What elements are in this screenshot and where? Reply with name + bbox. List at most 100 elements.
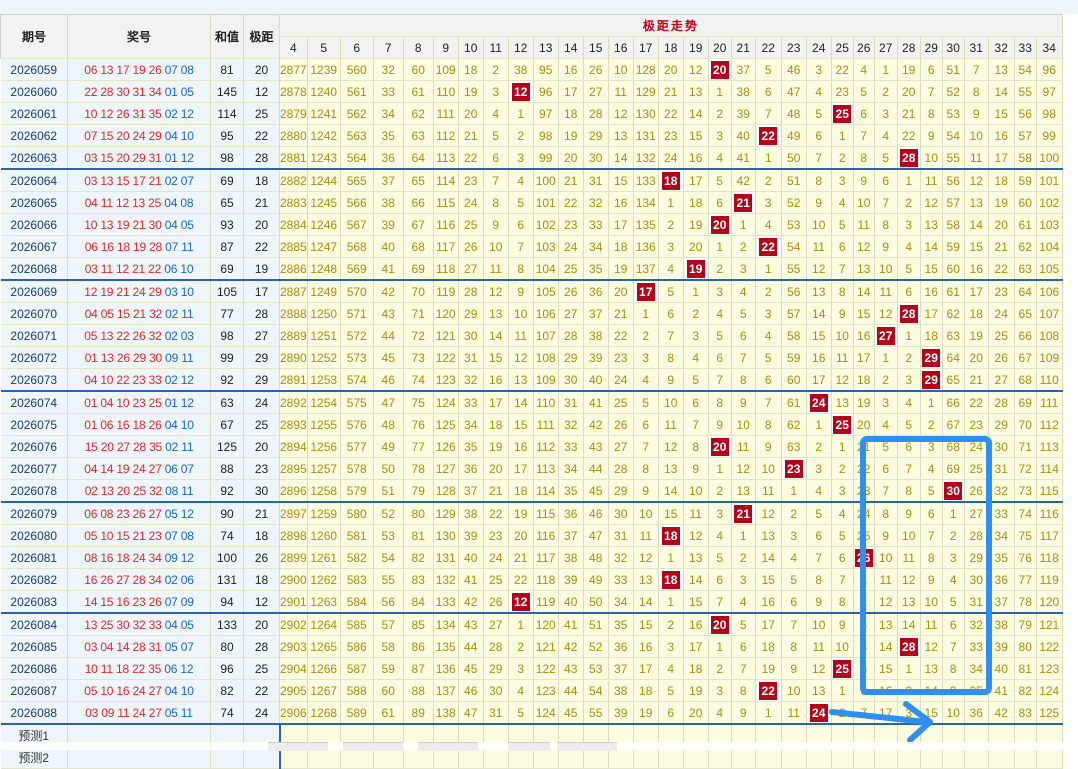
omission-cell: 582 bbox=[340, 546, 374, 569]
front-ball: 30 bbox=[148, 217, 162, 232]
omission-cell: 12 bbox=[608, 102, 634, 125]
omission-cell: 8 bbox=[658, 346, 684, 369]
table-row[interactable]: 2026087 05 10 16 24 27 04 10 82 22 2905 1267 5… bbox=[0, 679, 1063, 702]
front-ball: 28 bbox=[132, 639, 146, 654]
omission-cell: 117 bbox=[533, 546, 559, 569]
omission-cell: 2902 bbox=[279, 613, 308, 636]
table-row[interactable]: 2026065 04 11 12 13 25 04 08 65 21 2883 1245 5… bbox=[0, 191, 1063, 214]
omission-cell: 11 bbox=[920, 169, 943, 192]
span-value: 28 bbox=[243, 146, 280, 170]
omission-cell: 13 bbox=[853, 257, 875, 281]
span-value: 21 bbox=[243, 191, 280, 214]
omission-cell: 40 bbox=[458, 546, 484, 569]
table-row[interactable]: 2026060 22 28 30 31 34 01 05 145 12 2878 1240… bbox=[0, 80, 1063, 103]
table-row[interactable]: 2026071 05 13 22 26 32 02 03 98 27 2889 1251 5… bbox=[0, 324, 1063, 347]
table-row[interactable]: 2026067 06 16 18 19 28 07 11 87 22 2885 1247 5… bbox=[0, 235, 1063, 258]
table-row[interactable]: 2026077 04 14 19 24 27 06 07 88 23 2895 1257 5… bbox=[0, 457, 1063, 480]
table-row[interactable]: 2026062 07 15 20 24 29 04 10 95 22 2880 1242 5… bbox=[0, 124, 1063, 147]
omission-cell: 17 bbox=[964, 280, 989, 303]
issue-header[interactable]: 期号 bbox=[0, 14, 68, 59]
omission-cell: 1 bbox=[731, 213, 756, 236]
issue-number: 2026070 bbox=[0, 302, 68, 325]
omission-cell: 2 bbox=[806, 435, 832, 458]
table-row[interactable]: 2026068 03 11 12 21 22 06 10 69 19 2886 1248 5… bbox=[0, 257, 1063, 281]
back-ball: 01 bbox=[164, 150, 178, 165]
span-value: 27 bbox=[243, 324, 280, 347]
table-row[interactable]: 2026083 14 15 16 23 26 07 09 94 12 2901 1263 5… bbox=[0, 590, 1063, 614]
front-ball: 21 bbox=[132, 528, 146, 543]
front-ball: 14 bbox=[84, 594, 98, 609]
omission-cell: 4 bbox=[708, 146, 732, 170]
issue-number: 2026082 bbox=[0, 568, 68, 591]
table-row[interactable]: 2026082 16 26 27 28 34 02 06 131 18 2900 1262… bbox=[0, 568, 1063, 591]
omission-cell: 41 bbox=[583, 391, 609, 414]
omission-cell: 60 bbox=[1014, 191, 1037, 214]
omission-cell: 47 bbox=[781, 80, 807, 103]
table-row[interactable]: 2026079 06 08 23 26 27 05 12 90 21 2897 1259 5… bbox=[0, 502, 1063, 525]
front-ball: 18 bbox=[116, 239, 130, 254]
table-row[interactable]: 2026078 02 13 20 25 32 08 11 92 30 2896 1258 5… bbox=[0, 479, 1063, 503]
omission-cell: 7 bbox=[942, 635, 965, 658]
omission-cell: 583 bbox=[340, 568, 374, 591]
omission-cell: 14 bbox=[683, 102, 709, 125]
span-value: 17 bbox=[243, 280, 280, 303]
table-row[interactable]: 2026075 01 06 16 18 26 04 10 67 25 2893 1255 5… bbox=[0, 413, 1063, 436]
front-ball: 35 bbox=[149, 439, 163, 454]
omission-cell: 7 bbox=[897, 457, 921, 480]
table-row[interactable]: 2026064 03 13 15 17 21 02 07 69 18 2882 1244 5… bbox=[0, 169, 1063, 192]
table-row[interactable]: 2026069 12 19 21 24 29 03 10 105 17 2887 1249… bbox=[0, 280, 1063, 303]
omission-cell: 7 bbox=[731, 657, 756, 680]
omission-cell: 61 bbox=[403, 80, 434, 103]
issue-number: 2026072 bbox=[0, 346, 68, 369]
omission-cell: 70 bbox=[403, 280, 434, 303]
omission-cell: 81 bbox=[403, 524, 434, 547]
table-row[interactable]: 2026088 03 09 11 24 27 05 11 74 24 2906 1268 5… bbox=[0, 701, 1063, 725]
front-ball: 07 bbox=[84, 128, 98, 143]
omission-cell: 8 bbox=[781, 635, 807, 658]
front-ball: 10 bbox=[116, 395, 130, 410]
span-column-header: 30 bbox=[942, 36, 965, 59]
issue-number: 2026077 bbox=[0, 457, 68, 480]
sum-value: 95 bbox=[210, 124, 244, 147]
table-row[interactable]: 2026059 06 13 17 19 26 07 08 81 20 2877 1239 5… bbox=[0, 58, 1063, 81]
table-row[interactable]: 2026084 13 25 30 32 33 04 05 133 20 2902 1264… bbox=[0, 613, 1063, 636]
prize-numbers: 13 25 30 32 33 04 05 bbox=[67, 613, 211, 636]
omission-cell: 5 bbox=[874, 435, 898, 458]
omission-cell: 1266 bbox=[307, 657, 341, 680]
omission-cell: 9 bbox=[853, 169, 875, 192]
table-row[interactable]: 2026086 10 11 18 22 35 06 12 96 25 2904 1266 5… bbox=[0, 657, 1063, 680]
table-row[interactable]: 2026066 10 13 19 21 30 04 05 93 20 2884 1246 5… bbox=[0, 213, 1063, 236]
omission-cell: 2898 bbox=[279, 524, 308, 547]
table-row[interactable]: 2026070 04 05 15 21 32 02 11 77 28 2888 1250 5… bbox=[0, 302, 1063, 325]
omission-cell: 6 bbox=[920, 502, 943, 525]
table-row[interactable]: 2026085 03 04 14 28 31 05 07 80 28 2903 1265 5… bbox=[0, 635, 1063, 658]
sum-header[interactable]: 和值 bbox=[210, 14, 244, 59]
omission-cell: 4 bbox=[897, 235, 921, 258]
table-row[interactable]: 2026072 01 13 26 29 30 09 11 99 29 2890 1252 5… bbox=[0, 346, 1063, 369]
omission-cell: 6 bbox=[897, 435, 921, 458]
omission-cell: 1260 bbox=[307, 524, 341, 547]
table-row[interactable]: 2026074 01 04 10 23 25 01 12 63 24 2892 1254 5… bbox=[0, 391, 1063, 414]
table-row[interactable]: 2026080 05 10 15 21 23 07 08 74 18 2898 1260 5… bbox=[0, 524, 1063, 547]
omission-cell: 560 bbox=[340, 58, 374, 81]
table-row[interactable]: 2026073 04 10 22 23 33 02 12 92 29 2891 1253 5… bbox=[0, 368, 1063, 392]
table-row[interactable]: 2026081 08 16 18 24 34 09 12 100 26 2899 1261… bbox=[0, 546, 1063, 569]
table-row[interactable]: 2026063 03 15 20 29 31 01 12 98 28 2881 1243 5… bbox=[0, 146, 1063, 170]
omission-cell: 37 bbox=[988, 590, 1015, 614]
omission-cell: 55 bbox=[373, 568, 404, 591]
omission-cell: 2899 bbox=[279, 546, 308, 569]
omission-cell: 16 bbox=[608, 191, 634, 214]
table-row[interactable]: 2026061 10 12 26 31 35 02 12 114 25 2879 1241… bbox=[0, 102, 1063, 125]
back-ball: 01 bbox=[164, 395, 178, 410]
omission-cell: 1 bbox=[755, 701, 782, 725]
omission-cell: 17 bbox=[755, 613, 782, 636]
span-header[interactable]: 极距 bbox=[243, 14, 280, 59]
omission-cell: 12 bbox=[731, 457, 756, 480]
prize-numbers: 02 13 20 25 32 08 11 bbox=[67, 479, 211, 503]
omission-cell: 4 bbox=[755, 324, 782, 347]
table-row[interactable]: 2026076 15 20 27 28 35 02 11 125 20 2894 1256… bbox=[0, 435, 1063, 458]
prize-header[interactable]: 奖号 bbox=[67, 14, 211, 59]
omission-cell: 9 bbox=[920, 124, 943, 147]
prize-numbers: 04 14 19 24 27 06 07 bbox=[67, 457, 211, 480]
front-ball: 16 bbox=[116, 683, 130, 698]
